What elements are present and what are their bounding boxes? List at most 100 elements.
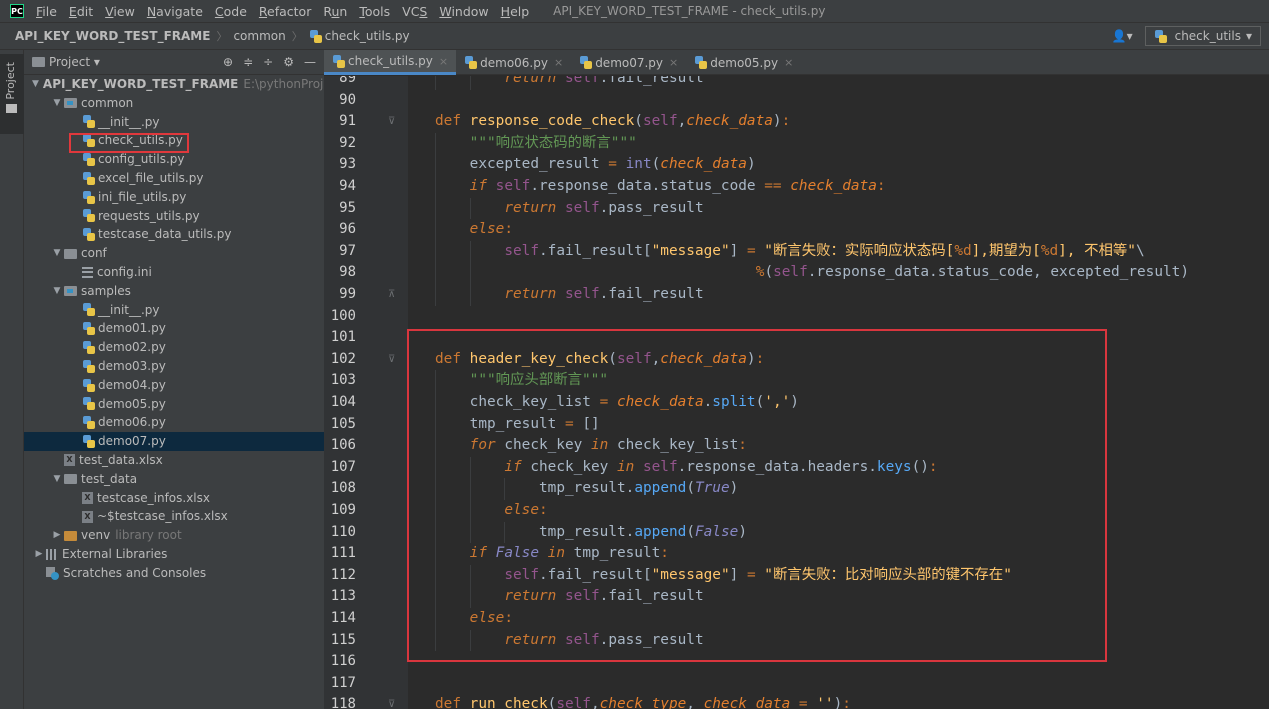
- project-view-selector[interactable]: Project ▾: [49, 55, 100, 69]
- gear-icon[interactable]: ⚙: [283, 55, 294, 69]
- chevron-down-icon[interactable]: ▼: [50, 94, 64, 113]
- code-token: =: [599, 394, 617, 410]
- menu-item[interactable]: VCS: [396, 4, 433, 19]
- fold-marker-icon[interactable]: ⊽: [388, 349, 395, 371]
- fold-marker-icon[interactable]: ⊼: [388, 284, 395, 306]
- code-token: ]: [729, 566, 747, 583]
- chevron-down-icon[interactable]: ▼: [50, 244, 64, 263]
- chevron-right-icon[interactable]: ▶: [50, 526, 64, 545]
- editor-tab[interactable]: demo05.py ×: [686, 50, 801, 75]
- python-file-icon: [82, 171, 95, 185]
- tree-item[interactable]: config.ini: [24, 263, 324, 282]
- close-icon[interactable]: ×: [554, 56, 563, 69]
- hide-panel-icon[interactable]: —: [304, 55, 316, 69]
- breadcrumb-separator-icon: 〉: [216, 30, 228, 43]
- close-icon[interactable]: ×: [784, 56, 793, 69]
- tree-item[interactable]: ▶ External Libraries: [24, 545, 324, 564]
- tree-item[interactable]: demo03.py: [24, 357, 324, 376]
- tree-item[interactable]: ▶ venv library root: [24, 526, 324, 545]
- tree-item[interactable]: ▼ test_data: [24, 470, 324, 489]
- breadcrumb-folder-label: common: [233, 29, 286, 43]
- tree-item[interactable]: Scratches and Consoles: [24, 564, 324, 583]
- tree-item-label: demo05.py: [98, 396, 166, 411]
- python-file-icon: [82, 397, 95, 411]
- code-token: return: [504, 286, 565, 302]
- breadcrumb-project[interactable]: API_KEY_WORD_TEST_FRAME: [12, 29, 213, 43]
- menu-item[interactable]: File: [30, 4, 63, 19]
- tree-item[interactable]: check_utils.py: [24, 131, 324, 150]
- tree-item[interactable]: Xtest_data.xlsx: [24, 451, 324, 470]
- code-token: def: [435, 113, 470, 130]
- tree-item[interactable]: config_utils.py: [24, 150, 324, 169]
- code-token: ): [729, 480, 739, 497]
- project-tool-window-button[interactable]: Project: [0, 54, 24, 134]
- tree-item[interactable]: __init__.py: [24, 113, 324, 132]
- source-folder-icon: [64, 286, 77, 297]
- tree-item[interactable]: ▼ samples: [24, 282, 324, 301]
- menu-item[interactable]: Window: [433, 4, 494, 19]
- tree-item[interactable]: __init__.py: [24, 301, 324, 320]
- chevron-down-icon[interactable]: ▼: [50, 470, 64, 489]
- expand-all-icon[interactable]: ≑: [243, 55, 253, 69]
- code-token: run_check: [469, 696, 548, 709]
- code-line: 107 if check_key in self.response_data.he…: [324, 456, 1269, 479]
- tree-item[interactable]: testcase_data_utils.py: [24, 225, 324, 244]
- tree-item[interactable]: ▼API_KEY_WORD_TEST_FRAME E:\pythonProjec: [24, 75, 324, 94]
- code-text: tmp_result.append(True): [435, 478, 738, 500]
- user-icon[interactable]: 👤▾: [1112, 29, 1133, 43]
- tree-item[interactable]: demo07.py: [24, 432, 324, 451]
- code-editor[interactable]: 89 return self.fail_result 90 91 ⊽ def respon…: [324, 76, 1269, 709]
- tree-item[interactable]: demo01.py: [24, 319, 324, 338]
- code-text: %(self.response_data.status_code, except…: [435, 262, 1189, 284]
- line-number: 95: [339, 199, 356, 216]
- menu-item[interactable]: Run: [317, 4, 353, 19]
- menu-item[interactable]: Navigate: [141, 4, 209, 19]
- indent-guide: [504, 478, 539, 500]
- tree-item[interactable]: Xtestcase_infos.xlsx: [24, 489, 324, 508]
- tree-item[interactable]: requests_utils.py: [24, 207, 324, 226]
- menu-item[interactable]: Code: [209, 4, 253, 19]
- fold-marker-icon[interactable]: ⊽: [388, 694, 395, 709]
- menu-item[interactable]: View: [99, 4, 141, 19]
- locate-file-icon[interactable]: ⊕: [223, 55, 233, 69]
- menu-item[interactable]: Refactor: [253, 4, 317, 19]
- chevron-down-icon[interactable]: ▼: [32, 75, 39, 94]
- tree-item[interactable]: demo04.py: [24, 376, 324, 395]
- code-line: 91 ⊽ def response_code_check(self,check_da…: [324, 111, 1269, 133]
- tree-item[interactable]: excel_file_utils.py: [24, 169, 324, 188]
- editor-tab[interactable]: demo07.py ×: [571, 50, 686, 75]
- chevron-right-icon[interactable]: ▶: [32, 545, 46, 564]
- run-configuration-dropdown[interactable]: check_utils ▾: [1144, 26, 1261, 46]
- editor-tab[interactable]: check_utils.py ×: [324, 50, 457, 75]
- tree-item[interactable]: ▼ conf: [24, 244, 324, 263]
- close-icon[interactable]: ×: [669, 56, 678, 69]
- chevron-down-icon[interactable]: ▼: [50, 282, 64, 301]
- close-icon[interactable]: ×: [439, 55, 448, 68]
- tree-item-label: config.ini: [97, 264, 152, 279]
- code-text: return self.fail_result: [435, 284, 704, 306]
- excel-file-icon: X: [82, 510, 93, 523]
- breadcrumb-separator-icon: 〉: [291, 30, 303, 43]
- tree-item[interactable]: ini_file_utils.py: [24, 188, 324, 207]
- tree-item[interactable]: demo02.py: [24, 338, 324, 357]
- indent-guide: [435, 586, 470, 608]
- code-token: :: [781, 113, 791, 130]
- tree-item[interactable]: demo05.py: [24, 395, 324, 414]
- menu-item[interactable]: Edit: [63, 4, 99, 19]
- fold-marker-icon[interactable]: ⊽: [388, 111, 395, 133]
- tree-item-label: test_data: [81, 471, 138, 486]
- tree-item[interactable]: demo06.py: [24, 413, 324, 432]
- tree-item[interactable]: X ~$testcase_infos.xlsx: [24, 507, 324, 526]
- menu-item[interactable]: Tools: [353, 4, 396, 19]
- python-file-icon: [1154, 29, 1167, 43]
- python-file-icon: [82, 228, 95, 242]
- tree-item-label: samples: [81, 283, 131, 298]
- breadcrumb-folder[interactable]: common: [230, 29, 288, 43]
- tree-item-label: demo07.py: [98, 434, 166, 449]
- menu-item[interactable]: Help: [495, 4, 536, 19]
- code-line: 115 return self.pass_result: [324, 629, 1269, 652]
- breadcrumb-file[interactable]: check_utils.py: [306, 29, 413, 43]
- collapse-all-icon[interactable]: ÷: [263, 55, 273, 69]
- editor-tab[interactable]: demo06.py ×: [456, 50, 571, 75]
- tree-item[interactable]: ▼ common: [24, 94, 324, 113]
